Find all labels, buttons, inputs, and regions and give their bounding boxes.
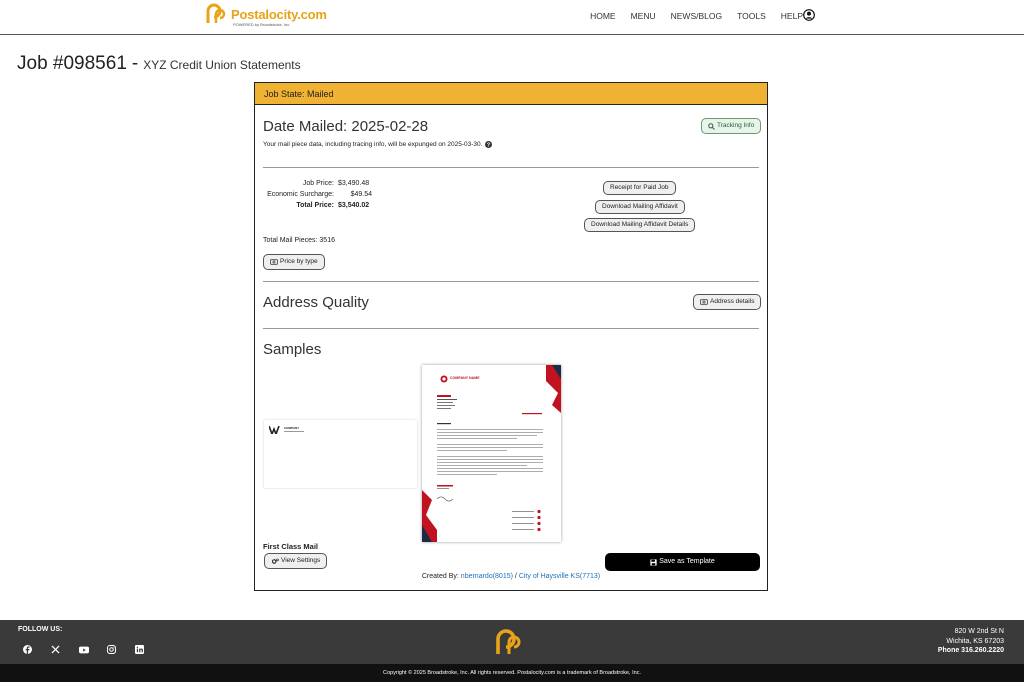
receipt-button[interactable]: Receipt for Paid Job: [603, 181, 676, 195]
footer-logo-icon[interactable]: [494, 628, 526, 656]
created-by-org-link[interactable]: City of Haysville KS(7713): [519, 573, 600, 580]
total-mail-pieces: Total Mail Pieces: 3516: [263, 237, 335, 244]
letter-sample[interactable]: COMPANY NAME: [422, 365, 561, 542]
expunge-note: Your mail piece data, including tracing …: [263, 141, 483, 148]
nav-tools[interactable]: TOOLS: [737, 11, 766, 21]
social-links: [22, 644, 145, 655]
date-mailed: Date Mailed: 2025-02-28: [263, 118, 429, 135]
save-icon: [650, 558, 657, 566]
envelope-return-line: [284, 431, 304, 432]
brand-name: Postalocity.com: [231, 7, 327, 22]
nav-help[interactable]: HELP: [781, 11, 803, 21]
search-icon: [708, 122, 715, 130]
footer-address: 820 W 2nd St N Wichita, KS 67203 Phone 3…: [938, 627, 1004, 656]
surcharge-label: Economic Surcharge:: [267, 191, 334, 198]
created-by-user-link[interactable]: nbernardo(8015): [461, 573, 513, 580]
svg-text:?: ?: [487, 143, 491, 148]
footer-phone: Phone 316.260.2220: [937, 647, 1004, 654]
address-details-button[interactable]: Address details: [693, 294, 762, 310]
view-settings-label: View Settings: [281, 557, 321, 564]
top-navbar: Postalocity.com POWERED by Broadstroke, …: [0, 0, 1024, 35]
job-price-row: Job Price: $3,490.48: [262, 180, 369, 187]
help-icon[interactable]: ?: [485, 141, 493, 148]
created-by-separator: /: [514, 573, 517, 580]
job-state-banner: Job State: Mailed: [255, 83, 767, 105]
site-footer: FOLLOW US: 820 W 2nd St N Wichita, KS 67…: [0, 620, 1024, 664]
heading-separator: -: [131, 53, 139, 74]
expunge-note-row: Your mail piece data, including tracing …: [263, 141, 759, 148]
page-heading: Job #098561 - XYZ Credit Union Statement…: [17, 53, 301, 75]
address-line-1: 820 W 2nd St N: [954, 628, 1004, 635]
envelope-company: COMPANY: [284, 426, 300, 430]
view-settings-button[interactable]: View Settings: [264, 553, 328, 569]
brand-subtitle: POWERED by Broadstroke, Inc.: [233, 22, 291, 27]
youtube-icon[interactable]: [78, 644, 89, 655]
linkedin-icon[interactable]: [134, 644, 145, 655]
facebook-icon[interactable]: [22, 644, 33, 655]
follow-us-label: FOLLOW US:: [18, 626, 63, 633]
nav-news-blog[interactable]: NEWS/BLOG: [671, 11, 722, 21]
job-card: Job State: Mailed Date Mailed: 2025-02-2…: [254, 82, 768, 591]
postalocity-logo-icon: [206, 3, 226, 23]
total-price-label: Total Price:: [296, 202, 334, 209]
address-quality-title: Address Quality: [263, 294, 369, 311]
postalocity-logo[interactable]: Postalocity.com POWERED by Broadstroke, …: [205, 3, 327, 28]
job-name: XYZ Credit Union Statements: [143, 58, 301, 72]
envelope-company-logo: [269, 426, 280, 434]
letter-decoration: [422, 365, 561, 542]
job-number: Job #098561: [17, 53, 127, 74]
created-by: Created By: nbernardo(8015) / City of Ha…: [255, 573, 767, 580]
download-affidavit-button[interactable]: Download Mailing Affidavit: [595, 200, 685, 214]
total-price-row: Total Price: $3,540.02: [262, 202, 369, 209]
total-price-value: $3,540.02: [338, 202, 370, 209]
letter-company-name: COMPANY NAME: [450, 376, 480, 380]
address-details-label: Address details: [710, 298, 755, 305]
divider: [263, 328, 759, 329]
instagram-icon[interactable]: [106, 644, 117, 655]
price-by-type-button[interactable]: Price by type: [263, 254, 325, 270]
user-account-icon[interactable]: [803, 9, 815, 21]
tracking-info-label: Tracking Info: [717, 122, 755, 129]
money-icon: [700, 299, 708, 305]
save-as-template-button[interactable]: Save as Template: [605, 553, 760, 571]
surcharge-value: $49.54: [350, 191, 372, 198]
address-line-2: Wichita, KS 67203: [946, 637, 1004, 645]
created-by-label: Created By:: [421, 573, 459, 580]
surcharge-row: Economic Surcharge: $49.54: [262, 191, 372, 198]
job-price-label: Job Price:: [302, 180, 334, 187]
divider: [263, 167, 759, 168]
envelope-sample[interactable]: COMPANY: [264, 420, 417, 488]
job-price-value: $3,490.48: [338, 180, 370, 187]
nav-home[interactable]: HOME: [590, 11, 616, 21]
x-twitter-icon[interactable]: [50, 644, 61, 655]
download-affidavit-details-button[interactable]: Download Mailing Affidavit Details: [584, 218, 696, 232]
samples-title: Samples: [263, 341, 322, 358]
copyright: Copyright © 2025 Broadstroke, Inc. All r…: [0, 664, 1024, 682]
save-as-template-label: Save as Template: [659, 558, 715, 565]
gear-icon: [271, 558, 279, 564]
divider: [263, 281, 759, 282]
tracking-info-button[interactable]: Tracking Info: [701, 118, 762, 134]
price-by-type-label: Price by type: [280, 258, 318, 265]
nav-menu[interactable]: MENU: [631, 11, 656, 21]
money-icon: [270, 259, 278, 265]
mail-class: First Class Mail: [263, 542, 319, 551]
